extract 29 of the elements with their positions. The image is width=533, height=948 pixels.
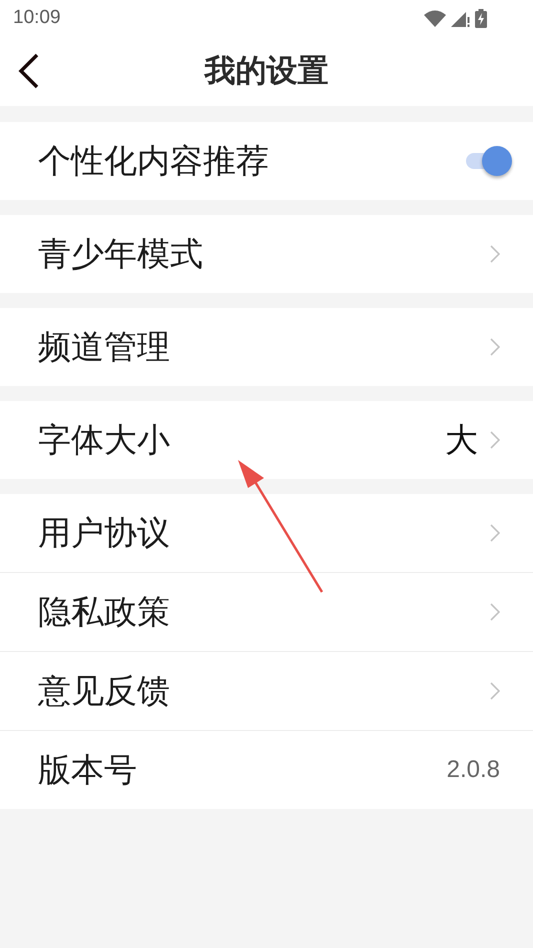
- settings-row[interactable]: 频道管理: [0, 308, 533, 386]
- back-button[interactable]: [18, 53, 40, 89]
- row-label: 个性化内容推荐: [38, 140, 270, 182]
- row-label: 频道管理: [38, 326, 171, 368]
- battery-icon: [475, 8, 487, 28]
- settings-row[interactable]: 青少年模式: [0, 215, 533, 293]
- chevron-right-icon: [490, 682, 500, 700]
- status-time: 10:09: [13, 7, 61, 29]
- page-title: 我的设置: [204, 52, 328, 91]
- row-label: 用户协议: [38, 512, 171, 554]
- chevron-right-icon: [490, 524, 500, 542]
- wifi-icon: [424, 10, 446, 26]
- chevron-right-icon: [490, 338, 500, 356]
- settings-row[interactable]: 意见反馈: [0, 651, 533, 730]
- settings-row[interactable]: 隐私政策: [0, 572, 533, 651]
- row-value: 大: [445, 418, 478, 460]
- row-label: 版本号: [38, 748, 138, 790]
- chevron-right-icon: [490, 603, 500, 621]
- row-label: 意见反馈: [38, 670, 171, 712]
- chevron-right-icon: [490, 431, 500, 449]
- toggle-switch[interactable]: [466, 146, 512, 176]
- settings-row[interactable]: 个性化内容推荐: [0, 122, 533, 200]
- settings-row[interactable]: 字体大小 大: [0, 401, 533, 479]
- settings-row[interactable]: 用户协议: [0, 494, 533, 572]
- row-value: 2.0.8: [446, 756, 500, 784]
- row-label: 隐私政策: [38, 590, 171, 632]
- chevron-right-icon: [490, 245, 500, 263]
- row-label: 字体大小: [38, 418, 171, 460]
- row-label: 青少年模式: [38, 232, 204, 274]
